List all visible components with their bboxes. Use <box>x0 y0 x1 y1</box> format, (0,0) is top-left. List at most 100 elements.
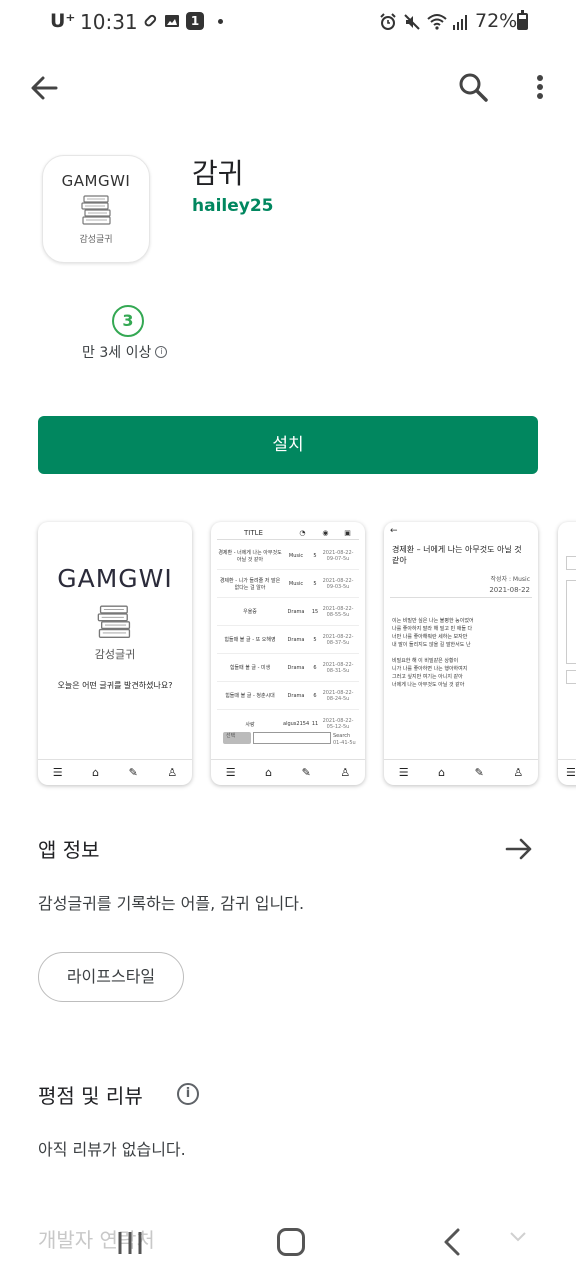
ratings-reviews-heading: 평점 및 리뷰 <box>38 1084 143 1108</box>
row-count: 5 <box>313 636 317 643</box>
mute-icon <box>404 14 420 30</box>
row-count: 11 <box>311 721 319 727</box>
row-date: 2021-08-22-09-03-5u <box>322 577 354 590</box>
install-button[interactable]: 설치 <box>38 416 538 474</box>
top-app-bar <box>0 60 576 116</box>
list-icon: ☰ <box>225 766 236 779</box>
nav-back-button[interactable] <box>440 1226 464 1258</box>
row-count: 15 <box>311 608 319 615</box>
info-icon[interactable]: i <box>177 1083 199 1105</box>
app-icon-title: GAMGWI <box>61 172 131 190</box>
home-button[interactable] <box>277 1228 305 1256</box>
screenshot-app-title: GAMGWI <box>57 564 173 593</box>
age-rating-badge: 3 <box>112 305 144 337</box>
row-title: 우울증 <box>243 609 257 615</box>
back-arrow-icon: ← <box>390 526 398 536</box>
calendar-icon: ▣ <box>344 528 351 537</box>
category-chip[interactable]: 라이프스타일 <box>38 952 184 1002</box>
row-count: 6 <box>313 664 317 671</box>
row-genre: Music <box>288 552 304 559</box>
age-rating-text: 만 3세 이상 <box>82 345 152 361</box>
search-select: 선택 <box>223 732 251 744</box>
clock-icon: ◔ <box>299 528 306 537</box>
person-icon: ♙ <box>167 766 178 779</box>
row-title: 경제환 - 너에게 나는 아무것도 아닐 것 같아 <box>218 549 282 563</box>
alarm-icon <box>380 13 396 30</box>
wifi-icon <box>427 14 447 30</box>
screenshot-app-subtitle: 감성글귀 <box>94 648 136 661</box>
pill-icon <box>144 14 157 27</box>
form-field <box>566 556 576 570</box>
list-row: 힘들때 볼 글 - 미생 Drama 6 2021-08-22-08-31-5u <box>217 654 359 682</box>
status-bar: U⁺ 10:31 1 72% <box>0 0 576 44</box>
status-time: 10:31 <box>80 10 138 34</box>
pencil-icon: ✎ <box>474 766 484 779</box>
recent-apps-button[interactable] <box>116 1230 144 1256</box>
home-icon: ⌂ <box>438 766 446 779</box>
screenshot-4[interactable]: ☰ <box>558 522 576 785</box>
screenshot-bottom-nav: ☰ ⌂ ✎ ♙ <box>211 759 365 785</box>
screenshot-2[interactable]: TITLE ◔ ◉ ▣ 경제환 - 너에게 나는 아무것도 아닐 것 같아 Mu… <box>211 522 365 785</box>
back-button[interactable] <box>26 70 66 106</box>
screenshot-3[interactable]: ← 경제환 – 너에게 나는 아무것도 아닐 것 같아 작성자 : Music … <box>384 522 538 785</box>
screenshot-bottom-nav: ☰ ⌂ ✎ ♙ <box>384 759 538 785</box>
row-date: 2021-08-22-09-07-5u <box>322 549 354 562</box>
form-field <box>566 670 576 684</box>
about-app-arrow-button[interactable] <box>504 834 534 864</box>
screenshot-question: 오늘은 어떤 글귀를 발견하셨나요? <box>57 681 173 690</box>
notification-count-badge: 1 <box>186 12 204 30</box>
row-count: 5 <box>313 552 317 559</box>
screenshot-bottom-nav: ☰ <box>558 759 576 785</box>
notification-icons: 1 <box>142 12 223 30</box>
list-row: 힘들때 볼 글 - 또 오해영 Drama 5 2021-08-22-08-37… <box>217 626 359 654</box>
row-genre: algus2154 <box>283 721 310 727</box>
list-icon: ☰ <box>398 766 409 779</box>
list-header-title: TITLE <box>243 528 263 537</box>
more-options-button[interactable] <box>524 68 556 108</box>
row-date: 2021-08-22-08-37-5u <box>322 633 354 646</box>
list-row: 힘들때 볼 글 - 청춘시대 Drama 6 2021-08-22-08-24-… <box>217 682 359 710</box>
row-date: 2021-08-22-08-24-5u <box>322 689 354 702</box>
list-row: 경제환 - 너에게 나는 아무것도 아닐 것 같아 Music 5 2021-0… <box>217 542 359 570</box>
row-title: 힘들때 볼 글 - 또 오해영 <box>224 637 276 643</box>
row-title: 힘들때 볼 글 - 미생 <box>229 665 271 671</box>
row-title: 경제환 - 니가 들려줄 저 말은 없다는 걸 알아 <box>219 577 281 591</box>
row-genre: Drama <box>287 664 305 671</box>
app-description: 감성글귀를 기록하는 어플, 감귀 입니다. <box>38 894 305 913</box>
app-icon: GAMGWI 감성글귀 <box>42 155 150 263</box>
more-notifications-dot <box>218 18 223 24</box>
row-date: 2021-08-22-08-55-5u <box>322 605 354 618</box>
row-date: 2021-08-22-05-12-5u <box>322 718 354 730</box>
system-navigation-bar <box>0 1208 576 1280</box>
battery-icon <box>517 10 528 30</box>
list-row: 경제환 - 니가 들려줄 저 말은 없다는 걸 알아 Music 5 2021-… <box>217 570 359 598</box>
carrier-label: U⁺ <box>50 10 76 32</box>
back-arrow-icon <box>31 76 58 100</box>
person-icon: ♙ <box>513 766 524 779</box>
search-button: Search <box>333 733 351 739</box>
divider <box>390 597 532 598</box>
app-title: 감귀 <box>192 157 244 190</box>
screenshot-1[interactable]: GAMGWI 감성글귀 오늘은 어떤 글귀를 발견하셨나요? ☰ ⌂ ✎ ♙ <box>38 522 192 785</box>
books-icon <box>97 605 131 638</box>
row-genre: Drama <box>287 636 305 643</box>
post-body: 이는 비밀만 싶은 나는 불평한 능이었어 나를 좋아하지 말라 해 빌고 빈 … <box>392 618 474 688</box>
image-icon <box>165 15 179 27</box>
search-button[interactable] <box>454 68 494 108</box>
search-row: 선택 Search 01-41-5u <box>223 730 363 746</box>
post-date: 2021-08-22 <box>489 586 530 594</box>
row-count: 6 <box>313 692 317 699</box>
signal-icon <box>453 15 467 30</box>
list-icon: ☰ <box>566 766 576 779</box>
battery-level-fill <box>519 18 526 28</box>
eye-icon: ◉ <box>322 528 329 537</box>
arrow-right-icon <box>505 838 532 860</box>
more-vert-icon <box>537 75 543 99</box>
row-title: 사랑 <box>245 721 255 728</box>
developer-link[interactable]: hailey25 <box>192 196 274 216</box>
screenshot-bottom-nav: ☰ ⌂ ✎ ♙ <box>38 759 192 785</box>
info-icon: i <box>155 346 168 358</box>
age-rating-label[interactable]: 만 3세 이상 i <box>82 342 168 362</box>
row-genre: Music <box>288 580 304 587</box>
about-app-heading: 앱 정보 <box>38 838 100 862</box>
